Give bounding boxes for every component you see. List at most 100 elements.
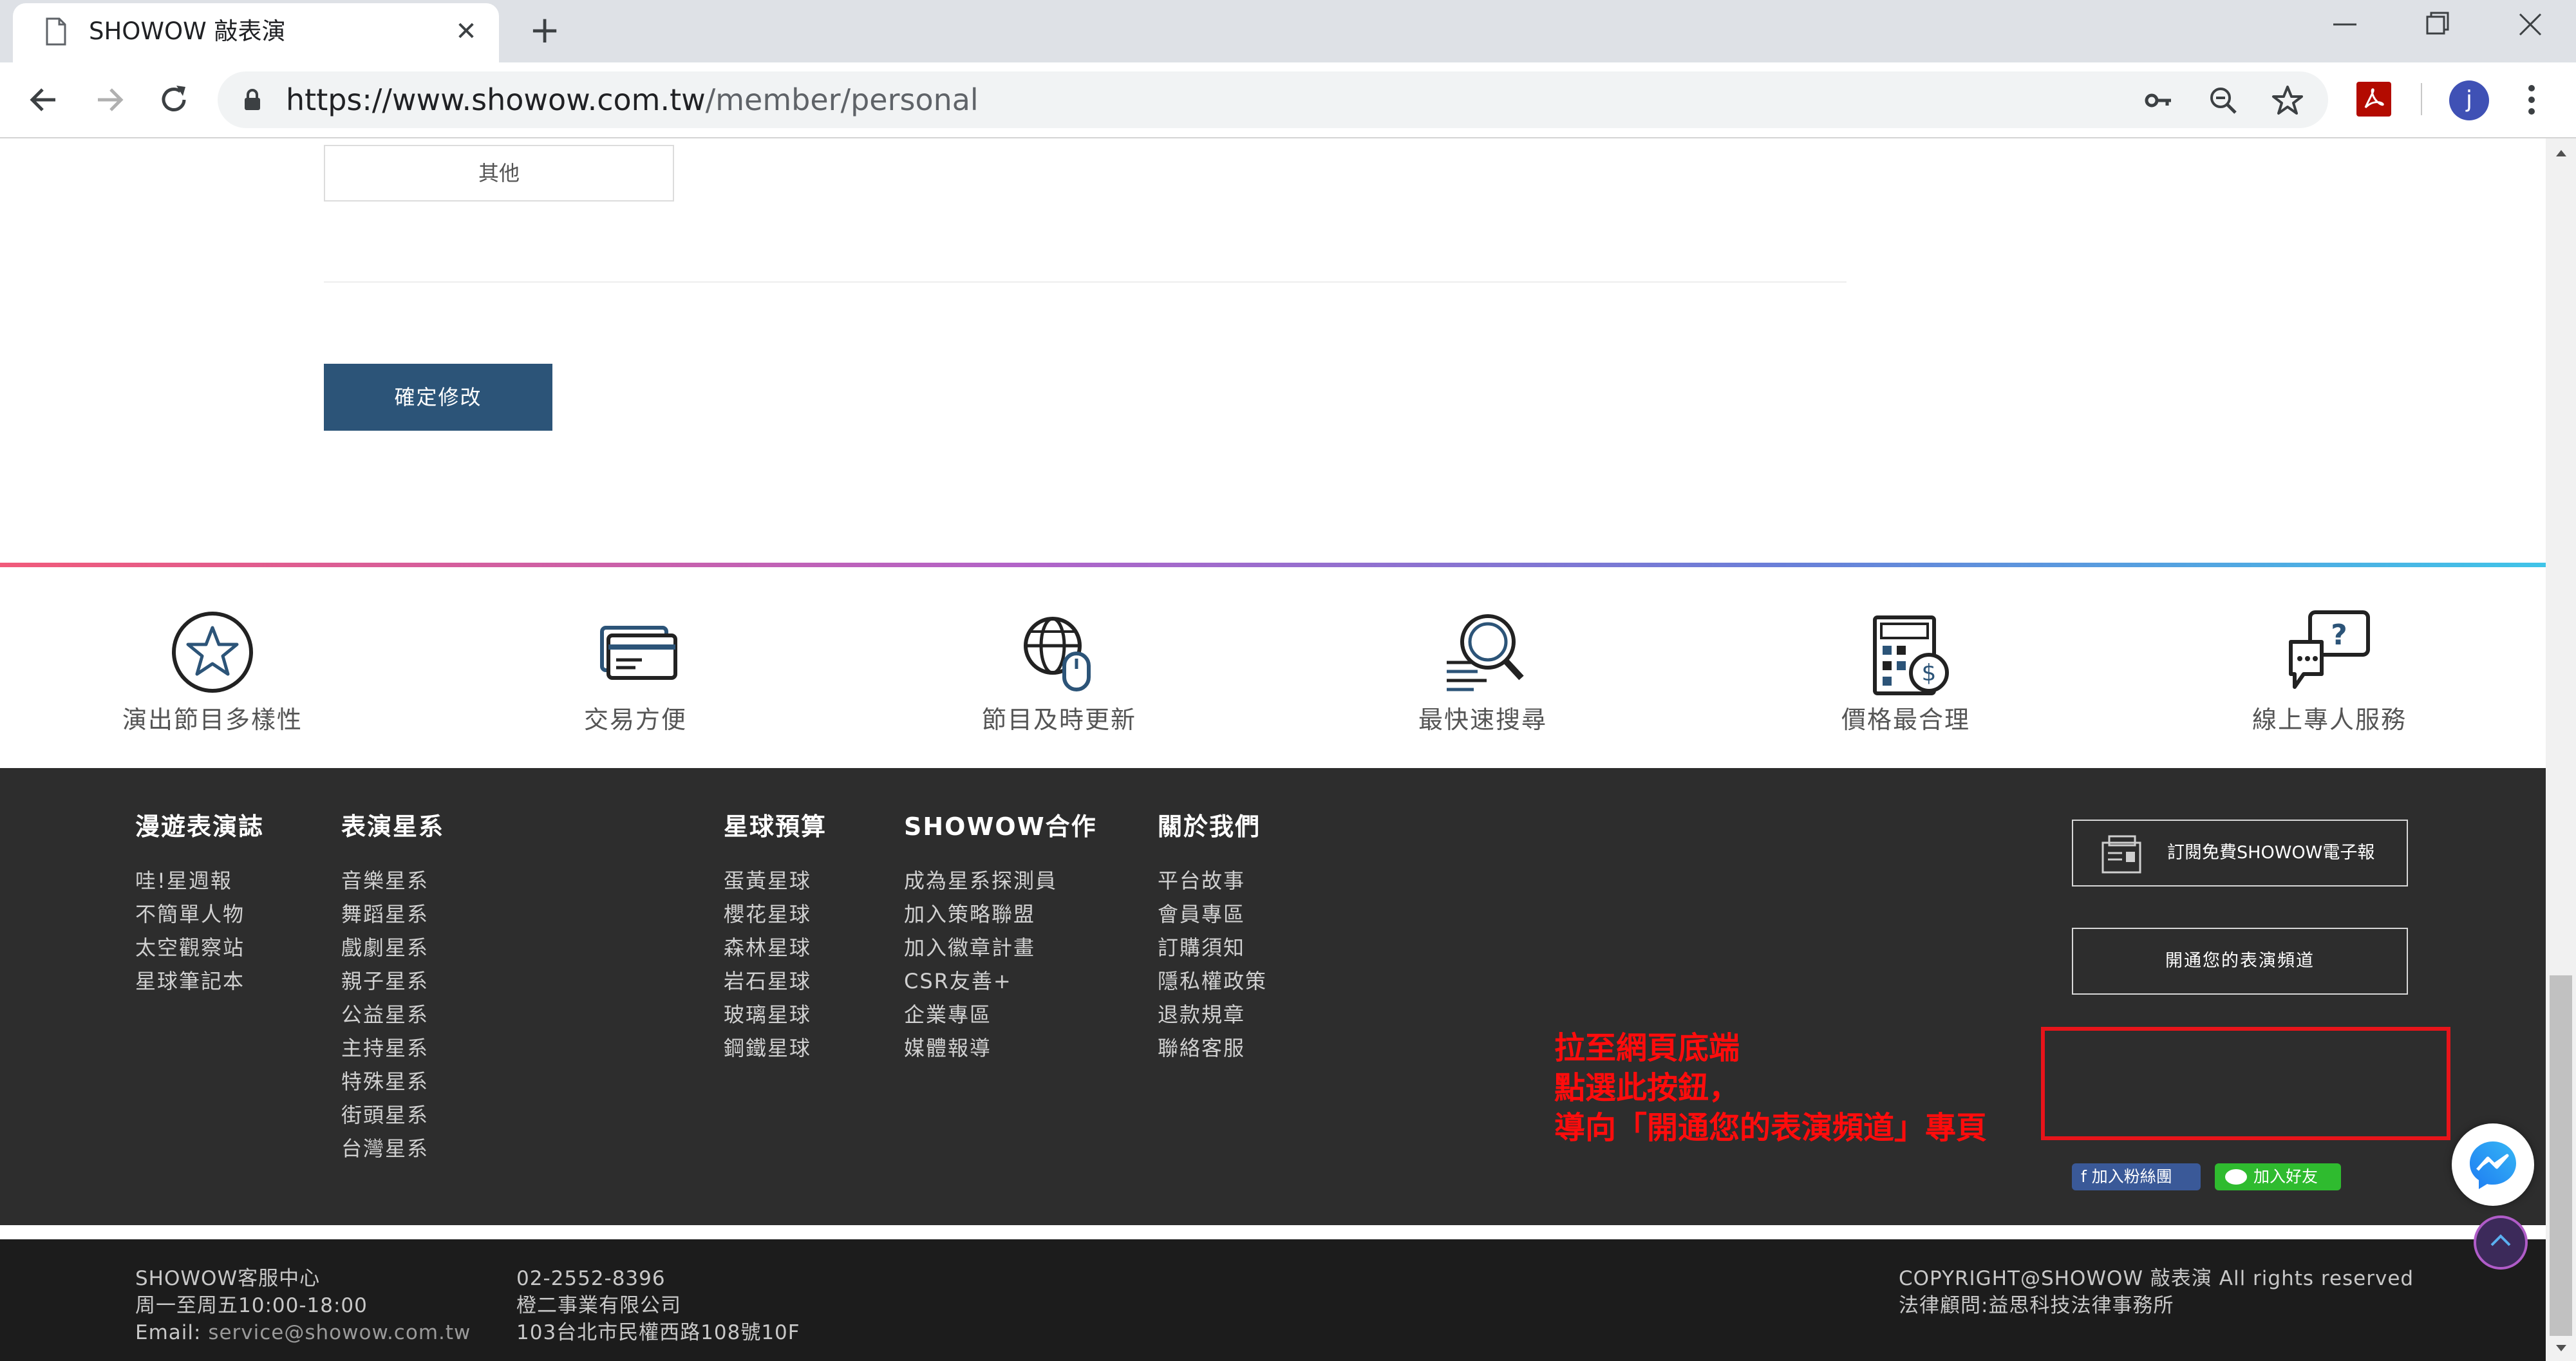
minimize-icon[interactable] (2319, 5, 2371, 44)
footer-link[interactable]: 訂購須知 (1158, 931, 1267, 964)
footer-link[interactable]: 櫻花星球 (724, 897, 827, 931)
footer-link[interactable]: 主持星系 (341, 1031, 444, 1065)
footer-link[interactable]: 公益星系 (341, 998, 444, 1031)
feature-label: 交易方便 (583, 706, 687, 734)
contact-email: Email: service@showow.com.tw (135, 1319, 471, 1346)
feature-price: $ 價格最合理 (1777, 567, 2035, 768)
feature-search: 最快速搜尋 (1354, 567, 1612, 768)
footer-link[interactable]: 星球筆記本 (135, 964, 264, 998)
footer-link[interactable]: 聯絡客服 (1158, 1031, 1267, 1065)
footer-link[interactable]: 玻璃星球 (724, 998, 827, 1031)
facebook-fans-button[interactable]: f 加入粉絲團 (2072, 1163, 2201, 1190)
footer-link[interactable]: 岩石星球 (724, 964, 827, 998)
footer-link[interactable]: 舞蹈星系 (341, 897, 444, 931)
bookmark-star-icon[interactable] (2271, 84, 2304, 117)
email-link[interactable]: service@showow.com.tw (208, 1321, 471, 1344)
toolbar-separator (2421, 83, 2422, 115)
browser-menu-icon[interactable] (2519, 82, 2544, 118)
messenger-chat-button[interactable] (2452, 1123, 2534, 1206)
subscribe-label: 訂閱免費SHOWOW電子報 (2167, 843, 2375, 863)
footer-link[interactable]: 企業專區 (904, 998, 1097, 1031)
footer-link[interactable]: 平台故事 (1158, 864, 1267, 897)
footer-column-title: 漫遊表演誌 (135, 812, 265, 841)
address-bar[interactable]: https://www.showow.com.tw/member/persona… (218, 71, 2328, 128)
browser-tab-bar: SHOWOW 敲表演 ✕ + (0, 0, 2576, 62)
subscribe-newsletter-button[interactable]: 訂閱免費SHOWOW電子報 (2072, 820, 2408, 887)
document-icon (46, 17, 66, 46)
footer-link[interactable]: 太空觀察站 (135, 931, 264, 964)
zoom-out-icon[interactable] (2207, 84, 2239, 117)
footer-link[interactable]: 隱私權政策 (1158, 964, 1267, 998)
restore-icon[interactable] (2412, 5, 2463, 44)
address: 103台北市民權西路108號10F (516, 1321, 800, 1344)
footer-column-title: 星球預算 (724, 812, 827, 841)
key-icon[interactable] (2143, 84, 2175, 117)
profile-avatar[interactable]: j (2449, 80, 2489, 120)
feature-label: 最快速搜尋 (1418, 706, 1547, 734)
option-other[interactable]: 其他 (324, 145, 674, 202)
line-icon (2225, 1169, 2247, 1185)
phone: 02-2552-8396 (516, 1267, 666, 1290)
footer-column-title: 表演星系 (341, 812, 445, 841)
reload-icon[interactable] (155, 80, 193, 119)
annotation-line: 導向「開通您的表演頻道」專頁 (1554, 1110, 1988, 1146)
footer-column-galaxy: 表演星系 音樂星系 舞蹈星系 戲劇星系 親子星系 公益星系 主持星系 特殊星系 … (341, 807, 444, 1165)
footer-link[interactable]: CSR友善+ (904, 964, 1097, 998)
feature-easy-trade: 交易方便 (507, 567, 764, 768)
browser-tab[interactable]: SHOWOW 敲表演 ✕ (13, 3, 499, 62)
url-text[interactable]: https://www.showow.com.tw/member/persona… (286, 83, 979, 117)
back-arrow-icon[interactable] (24, 80, 63, 119)
line-button-label: 加入好友 (2253, 1167, 2318, 1186)
pdf-extension-icon[interactable] (2356, 82, 2391, 117)
scrollbar-thumb[interactable] (2550, 975, 2572, 1336)
footer-link[interactable]: 戲劇星系 (341, 931, 444, 964)
legal-counsel: 法律顧問:益思科技法律事務所 (1899, 1294, 2174, 1317)
confirm-edit-button[interactable]: 確定修改 (324, 364, 552, 431)
footer-column-title: 關於我們 (1158, 812, 1261, 841)
footer-link[interactable]: 台灣星系 (341, 1132, 444, 1165)
footer-link[interactable]: 加入策略聯盟 (904, 897, 1097, 931)
footer-link[interactable]: 鋼鐵星球 (724, 1031, 827, 1065)
svg-text:$: $ (1922, 660, 1937, 686)
line-add-friend-button[interactable]: 加入好友 (2215, 1163, 2341, 1190)
scroll-up-arrow-icon[interactable] (2553, 145, 2569, 160)
footer-link[interactable]: 加入徽章計畫 (904, 931, 1097, 964)
email-label: Email: (135, 1321, 209, 1344)
open-channel-button[interactable]: 開通您的表演頻道 (2072, 928, 2408, 995)
footer-link[interactable]: 成為星系探測員 (904, 864, 1097, 897)
service-hours: 周一至周五10:00-18:00 (135, 1294, 368, 1317)
footer-link[interactable]: 親子星系 (341, 964, 444, 998)
footer-link[interactable]: 會員專區 (1158, 897, 1267, 931)
scroll-down-arrow-icon[interactable] (2553, 1341, 2569, 1356)
forward-arrow-icon[interactable] (90, 80, 129, 119)
footer-link[interactable]: 音樂星系 (341, 864, 444, 897)
footer-column-title: SHOWOW合作 (904, 812, 1097, 841)
magnifier-icon (1447, 614, 1524, 691)
footer-link[interactable]: 媒體報導 (904, 1031, 1097, 1065)
vertical-scrollbar[interactable] (2546, 138, 2576, 1361)
tab-close-icon[interactable]: ✕ (451, 16, 482, 47)
star-circle-icon (172, 612, 253, 693)
window-close-icon[interactable] (2505, 5, 2556, 44)
footer-link[interactable]: 森林星球 (724, 931, 827, 964)
back-to-top-button[interactable] (2474, 1216, 2528, 1270)
svg-text:?: ? (2331, 619, 2347, 652)
footer-column-budget: 星球預算 蛋黃星球 櫻花星球 森林星球 岩石星球 玻璃星球 鋼鐵星球 (724, 807, 827, 1065)
footer-link[interactable]: 退款規章 (1158, 998, 1267, 1031)
footer-column-magazine: 漫遊表演誌 哇!星週報 不簡單人物 太空觀察站 星球筆記本 (135, 807, 264, 998)
new-tab-button[interactable]: + (527, 11, 563, 48)
calculator-dollar-icon: $ (1873, 615, 1949, 695)
footer-link[interactable]: 街頭星系 (341, 1098, 444, 1132)
feature-label: 價格最合理 (1841, 706, 1970, 734)
instruction-annotation: 拉至網頁底端 點選此按鈕， 導向「開通您的表演頻道」專頁 (1554, 1028, 1987, 1148)
gradient-divider (0, 563, 2546, 567)
messenger-icon (2470, 1141, 2516, 1189)
features-bar: 演出節目多樣性 交易方便 節目及時更新 最快速搜尋 $ 價格最合理 ? 線上專人… (0, 567, 2546, 768)
footer-link[interactable]: 特殊星系 (341, 1065, 444, 1098)
footer-link[interactable]: 蛋黃星球 (724, 864, 827, 897)
footer-link[interactable]: 不簡單人物 (135, 897, 264, 931)
feature-service: ? 線上專人服務 (2201, 567, 2458, 768)
lock-icon[interactable] (243, 88, 261, 111)
footer-link[interactable]: 哇!星週報 (135, 864, 264, 897)
form-divider (324, 281, 1847, 283)
